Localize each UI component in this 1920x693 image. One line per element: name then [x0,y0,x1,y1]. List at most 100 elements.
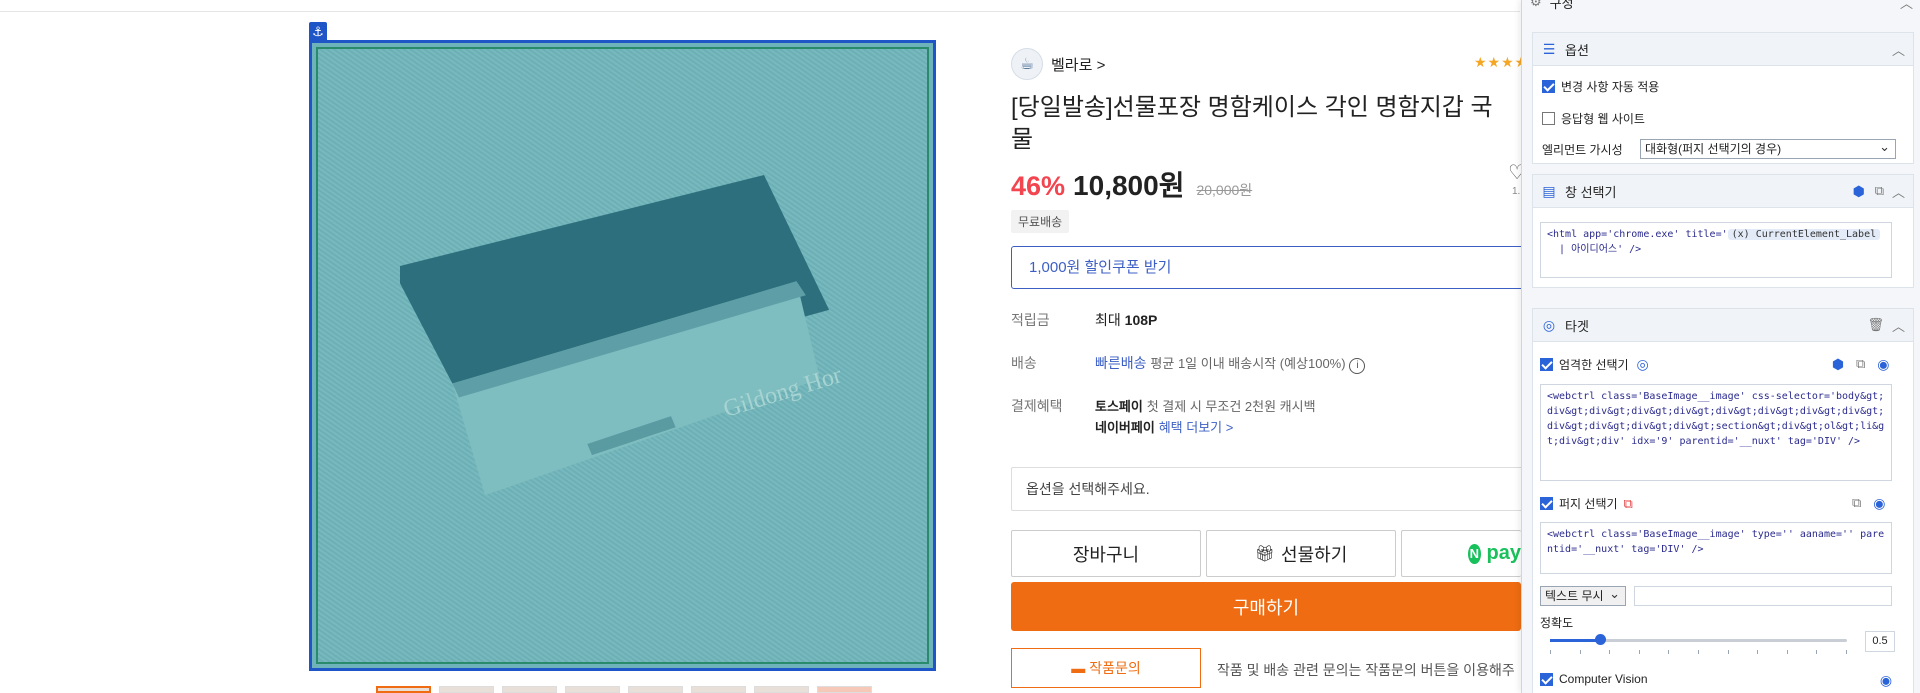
benefit-more-link[interactable]: 혜택 더보기 > [1159,420,1234,435]
sliders-icon: ☰ [1542,40,1556,57]
chat-icon: ▬ [1071,660,1086,676]
window-selector-code[interactable]: <html app='chrome.exe' title=' (x) Curren… [1540,222,1892,278]
coupon-button[interactable]: 1,000원 할인쿠폰 받기 [1011,246,1531,289]
points-row: 적립금 최대 108P [1011,310,1157,330]
strict-selector-checkbox[interactable] [1540,358,1553,371]
thumbnail[interactable] [754,686,809,693]
chevron-up-icon[interactable]: ︿ [1892,182,1905,201]
npay-icon: N [1468,543,1481,564]
price-block: 46% 10,800원 20,000원 [1011,164,1252,204]
window-code-head: <html app='chrome.exe' title=' [1547,229,1728,240]
fuzzy-selector-label: 퍼지 선택기 [1559,497,1618,511]
anchor-icon[interactable]: ⚓ [309,22,327,42]
product-title-line1: [당일발송]선물포장 명함케이스 각인 명함지갑 국 [1011,94,1493,121]
properties-panel: ⚙ 구성 ︿ ☰ 옵션 ︿ 변경 사항 자동 적용 응답형 웹 사이트 엘리먼트… [1521,0,1920,693]
top-divider [0,11,1520,12]
text-ignore-input[interactable] [1634,586,1892,606]
cart-button[interactable]: 장바구니 [1011,530,1201,577]
responsive-label: 응답형 웹 사이트 [1561,112,1645,126]
thumbnail[interactable] [817,686,872,693]
toss-pay: 토스페이 [1095,399,1143,414]
fuzzy-toolbar: ⧉ ◉ [1852,495,1887,512]
seller-link[interactable]: ☕ 벨라로 > [1011,48,1105,80]
strict-toolbar: ⬢ ⧉ ◉ [1830,356,1891,373]
copy-icon[interactable]: ⧉ [1875,183,1884,199]
window-selector-title: 창 선택기 [1565,184,1617,200]
strict-selector-code[interactable]: <webctrl class='BaseImage__image' css-se… [1540,384,1892,481]
text-ignore-dropdown[interactable]: 텍스트 무시 [1540,584,1626,606]
thumbnail[interactable] [565,686,620,693]
delivery-note: 평균 1일 이내 배송시작 (예상100%) [1150,356,1346,371]
npay-label: pay [1486,542,1521,564]
fuzzy-warning-icon[interactable]: ⧉ [1624,496,1633,512]
accuracy-value[interactable]: 0.5 [1865,631,1895,652]
sale-price: 10,800원 [1073,170,1185,201]
chevron-up-icon[interactable]: ︿ [1900,0,1913,12]
delivery-label: 배송 [1011,355,1037,371]
responsive-row[interactable]: 응답형 웹 사이트 [1542,110,1645,127]
eye-icon[interactable]: ◉ [1871,495,1887,512]
window-selector-header[interactable]: ▤ 창 선택기 ⬢ ⧉ ︿ [1533,175,1913,208]
gift-button[interactable]: 🎁︎ 선물하기 [1206,530,1396,577]
computer-vision-checkbox[interactable] [1540,672,1553,686]
options-title: 옵션 [1565,42,1589,58]
free-shipping-badge: 무료배송 [1011,210,1070,233]
accuracy-slider-thumb[interactable] [1595,634,1606,645]
buy-button[interactable]: 구매하기 [1011,582,1521,631]
npay-button[interactable]: N pay [1401,530,1521,577]
computer-vision-label: Computer Vision [1559,672,1648,686]
visibility-label: 엘리먼트 가시성 [1542,143,1623,157]
points-value: 108P [1124,312,1158,328]
thumbnail[interactable] [628,686,683,693]
target-app-icon[interactable]: ⬢ [1851,183,1867,200]
variable-chip[interactable]: (x) CurrentElement_Label [1727,229,1881,240]
payment-row: 결제혜택 토스페이 첫 결제 시 무조건 2천원 캐시백 [1011,396,1316,416]
thumbnail[interactable] [439,686,494,693]
fuzzy-selector-row[interactable]: 퍼지 선택기 ⧉ [1540,495,1633,512]
strict-selector-row[interactable]: 엄격한 선택기 ◎ [1540,356,1651,373]
copy-icon[interactable]: ⧉ [1852,495,1861,512]
card-case-image: Gildong Hong [400,175,840,496]
accuracy-label: 정확도 [1540,616,1574,630]
fast-delivery: 빠른배송 [1095,355,1147,371]
product-title: [당일발송]선물포장 명함케이스 각인 명함지갑 국 물 [1011,92,1521,156]
target-title: 타겟 [1565,318,1589,334]
eye-icon[interactable]: ◉ [1875,356,1891,373]
seller-avatar: ☕ [1011,48,1043,80]
trash-icon[interactable]: 🗑︎ [1867,317,1884,333]
thumbnail[interactable] [376,686,431,693]
fuzzy-selector-code[interactable]: <webctrl class='BaseImage__image' type='… [1540,522,1892,574]
auto-apply-row[interactable]: 변경 사항 자동 적용 [1542,78,1659,95]
chevron-up-icon[interactable]: ︿ [1892,316,1905,335]
accuracy-row: 정확도 [1540,614,1573,631]
visibility-dropdown[interactable]: 대화형(퍼지 선택기의 경우) [1640,137,1896,159]
target-icon[interactable]: ◎ [1635,356,1651,373]
window-code-tail: | 아이디어스' /> [1559,244,1642,255]
original-price: 20,000원 [1196,182,1253,198]
strict-selector-label: 엄격한 선택기 [1559,358,1629,372]
option-select[interactable]: 옵션을 선택해주세요. [1011,467,1531,511]
gift-label: 선물하기 [1281,544,1348,565]
computer-vision-row[interactable]: Computer Vision [1540,672,1648,686]
payment-label: 결제혜택 [1011,398,1063,414]
target-header[interactable]: ◎ 타겟 🗑︎ ︿ [1533,309,1913,342]
thumbnail-strip[interactable] [376,686,896,693]
copy-icon[interactable]: ⧉ [1856,356,1865,373]
cart-label: 장바구니 [1072,544,1140,565]
points-prefix: 최대 [1095,312,1121,328]
chevron-up-icon[interactable]: ︿ [1892,40,1905,59]
eye-icon[interactable]: ◉ [1878,672,1894,689]
target-app-icon[interactable]: ⬢ [1830,356,1846,373]
inquiry-button[interactable]: ▬ 작품문의 [1011,648,1201,688]
options-header[interactable]: ☰ 옵션 ︿ [1533,33,1913,66]
thumbnail[interactable] [691,686,746,693]
fuzzy-selector-checkbox[interactable] [1540,497,1553,510]
naver-row: 네이버페이 혜택 더보기 > [1095,417,1233,436]
delivery-row: 배송 빠른배송 평균 1일 이내 배송시작 (예상100%) i [1011,353,1366,374]
responsive-checkbox[interactable] [1542,112,1555,125]
auto-apply-checkbox[interactable] [1542,80,1555,93]
thumbnail[interactable] [502,686,557,693]
info-icon[interactable]: i [1349,358,1366,374]
target-icon: ◎ [1542,316,1556,333]
config-header[interactable]: ⚙ 구성 ︿ [1522,0,1920,18]
